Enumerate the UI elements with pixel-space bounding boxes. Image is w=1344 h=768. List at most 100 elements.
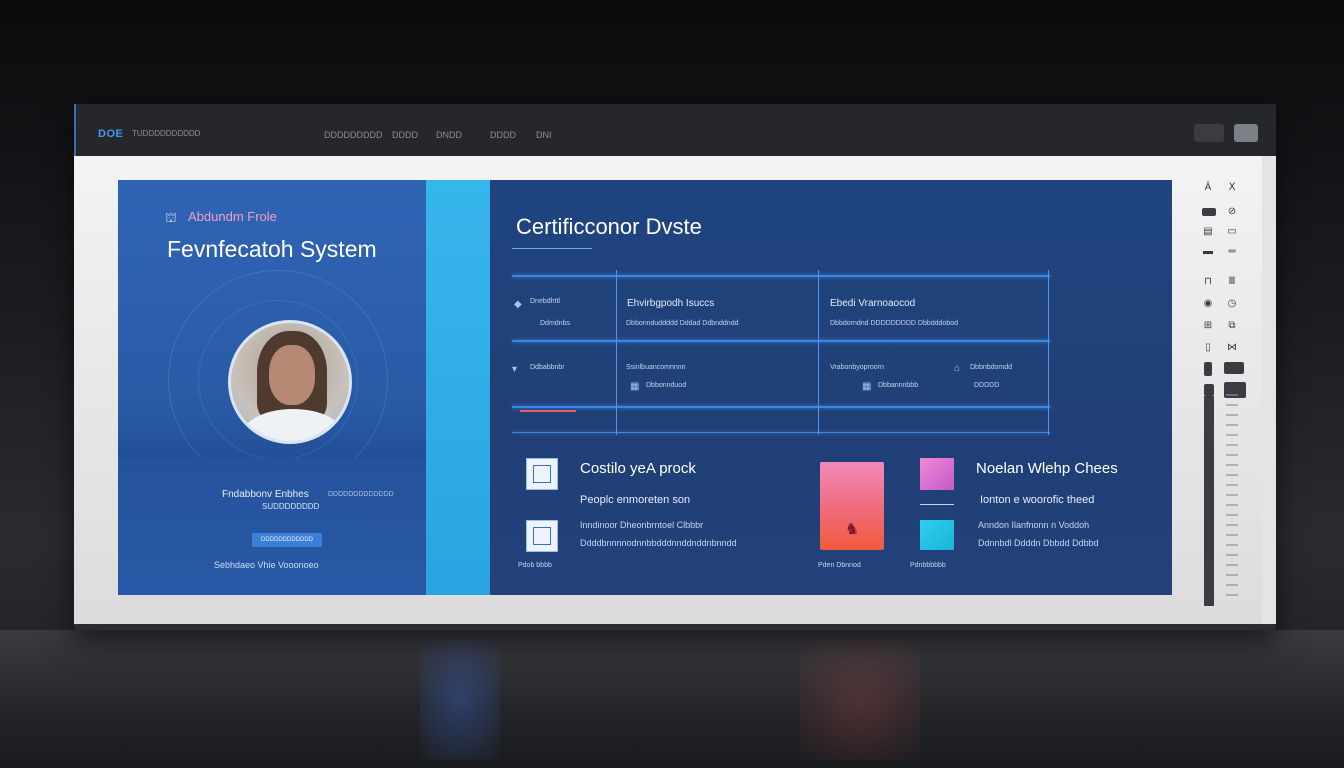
row2-right-sub: Dbbannnbbb (878, 382, 919, 389)
table-rule-mid (512, 340, 1050, 342)
chevron-down-icon: ▾ (512, 364, 518, 375)
reflection-glow-blue (420, 640, 500, 760)
org-logo-icon: ⛫ (165, 210, 177, 225)
app-window: DOE TUDDDDDDDDDD DDDDDDDDD DDDD DNDD DDD… (74, 104, 1276, 630)
row2-mid-label: Ssinlbuancomnnnn (626, 364, 686, 371)
tile-icon-cyan[interactable] (920, 520, 954, 550)
table-col-divider-2 (818, 270, 819, 435)
tool-rect-icon[interactable]: ▭ (1224, 226, 1240, 238)
reflection-glow-red (800, 640, 920, 760)
document-icon[interactable] (526, 458, 558, 490)
section-right-line2: Ddnnbdl Ddddn Dbbdd Ddbbd (978, 538, 1099, 548)
row2-far-label: Dbbnbdomdd (970, 364, 1013, 371)
avatar-face (269, 345, 315, 405)
section-mid-caption: Pden Dbnnod (818, 562, 861, 569)
table-rule-foot (512, 432, 1050, 433)
certificate-panel: Certificconor Dvste ◆ Dnebdhttl Ddmdnbs … (490, 180, 1172, 595)
screen-area: ⛫ Abdundm Frole Fevnfecatoh System Fndab… (74, 156, 1262, 624)
section-left-line2: Ddddbnnnnodnnbbdddnnddnddnbnndd (580, 538, 737, 548)
tool-battery-icon[interactable] (1204, 362, 1212, 376)
grid-icon-2: ▦ (862, 381, 872, 392)
row1-right-sub: Dbbdorndnd DDDDDDDDD Dbbdddobod (830, 320, 959, 327)
accent-strip (426, 180, 490, 595)
table-col-divider-1 (616, 270, 617, 435)
window-minimize-button[interactable] (1194, 124, 1224, 142)
profile-panel: ⛫ Abdundm Frole Fevnfecatoh System Fndab… (118, 180, 426, 595)
tool-toggle-icon[interactable] (1202, 208, 1216, 216)
document-icon-frame (533, 465, 551, 483)
tool-drop-icon[interactable]: ◉ (1200, 298, 1216, 310)
section-right-caption: Pdnbbbbbb (910, 562, 946, 569)
tool-clock-icon[interactable]: ◷ (1224, 298, 1240, 310)
row2-mid-sub: Dbbonnduod (646, 382, 687, 389)
row1-left-label: Dnebdhttl (530, 298, 560, 305)
app-brand-subtitle: TUDDDDDDDDDD (132, 129, 201, 138)
book-emblem-icon: ♞ (844, 521, 860, 538)
tool-doc-icon[interactable]: ▯ (1200, 342, 1216, 354)
profile-band (118, 458, 426, 595)
diamond-icon: ◆ (514, 299, 522, 310)
profile-footer: Sebhdaeo Vhie Vooonoeo (214, 560, 319, 570)
profile-name-sub: DDDDDDDDDDDDD (328, 491, 394, 498)
section-left-title: Costilo yeA prock (580, 460, 696, 477)
floor-reflection (0, 630, 1344, 768)
org-name: Abdundm Frole (188, 209, 277, 224)
diagram-icon-frame (533, 527, 551, 545)
tool-mark-icon[interactable]: ⊓ (1200, 276, 1216, 288)
tool-square-icon[interactable] (1204, 384, 1214, 396)
profile-role: SUDDDDDDDD (262, 502, 320, 511)
table-header-2: Ebedi Vrarnoaocod (830, 298, 916, 309)
table-rule-bottom (512, 406, 1050, 408)
table-header-1: Ehvirbgpodh Isuccs (627, 298, 715, 309)
nav-item-1[interactable]: DDDDDDDDD (324, 130, 383, 140)
nav-item-2[interactable]: DDDD (392, 130, 418, 140)
title-underline (512, 248, 592, 249)
table-rule-top (512, 275, 1050, 277)
tool-cross-icon[interactable]: ⋈ (1224, 342, 1240, 354)
section-right-subtitle: Ionton e woorofic theed (980, 494, 1095, 506)
nav-item-3[interactable]: DNDD (436, 130, 462, 140)
home-icon: ⌂ (954, 363, 961, 374)
certificate-title: Certificconor Dvste (516, 214, 702, 239)
title-bar: DOE TUDDDDDDDDDD DDDDDDDDD DDDD DNDD DDD… (74, 104, 1276, 156)
tile-icon-pink[interactable] (920, 458, 954, 490)
system-title: Fevnfecatoh System (167, 236, 377, 262)
nav-item-4[interactable]: DDDD (490, 130, 516, 140)
avatar-coat (243, 409, 343, 441)
section-left-subtitle: Peoplc enmoreten son (580, 494, 691, 506)
tool-chart-icon[interactable]: ⧉ (1224, 320, 1240, 332)
tool-panel-icon[interactable] (1224, 362, 1244, 374)
book-icon[interactable]: ♞ (820, 462, 884, 550)
section-left-line1: Inndinoor Dheonbrntoel Clbbbr (580, 520, 704, 530)
section-left-caption: Pdob bbbb (518, 562, 552, 569)
nav-item-5[interactable]: DNI (536, 130, 552, 140)
tool-link-icon[interactable]: ⊘ (1224, 206, 1240, 218)
profile-action-button[interactable]: DDDDDDDDDDDD (252, 533, 322, 547)
scroll-ticks (1226, 394, 1238, 604)
tool-x-icon[interactable]: Ⅹ (1224, 182, 1240, 194)
app-brand[interactable]: DOE (98, 128, 123, 140)
tile-divider (920, 504, 954, 505)
window-maximize-button[interactable] (1234, 124, 1258, 142)
tool-line-icon[interactable]: ═ (1224, 246, 1240, 258)
tool-image-icon[interactable]: ⊞ (1200, 320, 1216, 332)
section-right-title: Noelan Wlehp Chees (976, 460, 1118, 477)
tool-bars-icon[interactable]: Ⅲ (1224, 276, 1240, 288)
row2-right-label: Vrabonbyoproorn (830, 364, 884, 371)
row1-left-sub: Ddmdnbs (540, 320, 570, 327)
row2-left-label: Ddbabbnbr (530, 364, 565, 371)
row1-mid-sub: Dbbonnduddddd Dddad Ddbnddndd (626, 320, 739, 327)
tool-dash-icon[interactable]: ▬ (1200, 246, 1216, 258)
tool-list-icon[interactable]: ▤ (1200, 226, 1216, 238)
scrollbar[interactable] (1204, 396, 1214, 606)
avatar[interactable] (228, 320, 352, 444)
section-right-line1: Anndon Ilanfnonn n Voddoh (978, 520, 1090, 530)
tool-a-icon[interactable]: Ā (1200, 182, 1216, 194)
table-col-divider-3 (1048, 270, 1049, 435)
profile-name: Fndabbonv Enbhes (222, 489, 309, 500)
status-dash (520, 410, 576, 412)
window-edge (1262, 156, 1276, 624)
diagram-icon[interactable] (526, 520, 558, 552)
grid-icon: ▦ (630, 381, 640, 392)
row2-far-sub: DDDDD (974, 382, 1000, 389)
